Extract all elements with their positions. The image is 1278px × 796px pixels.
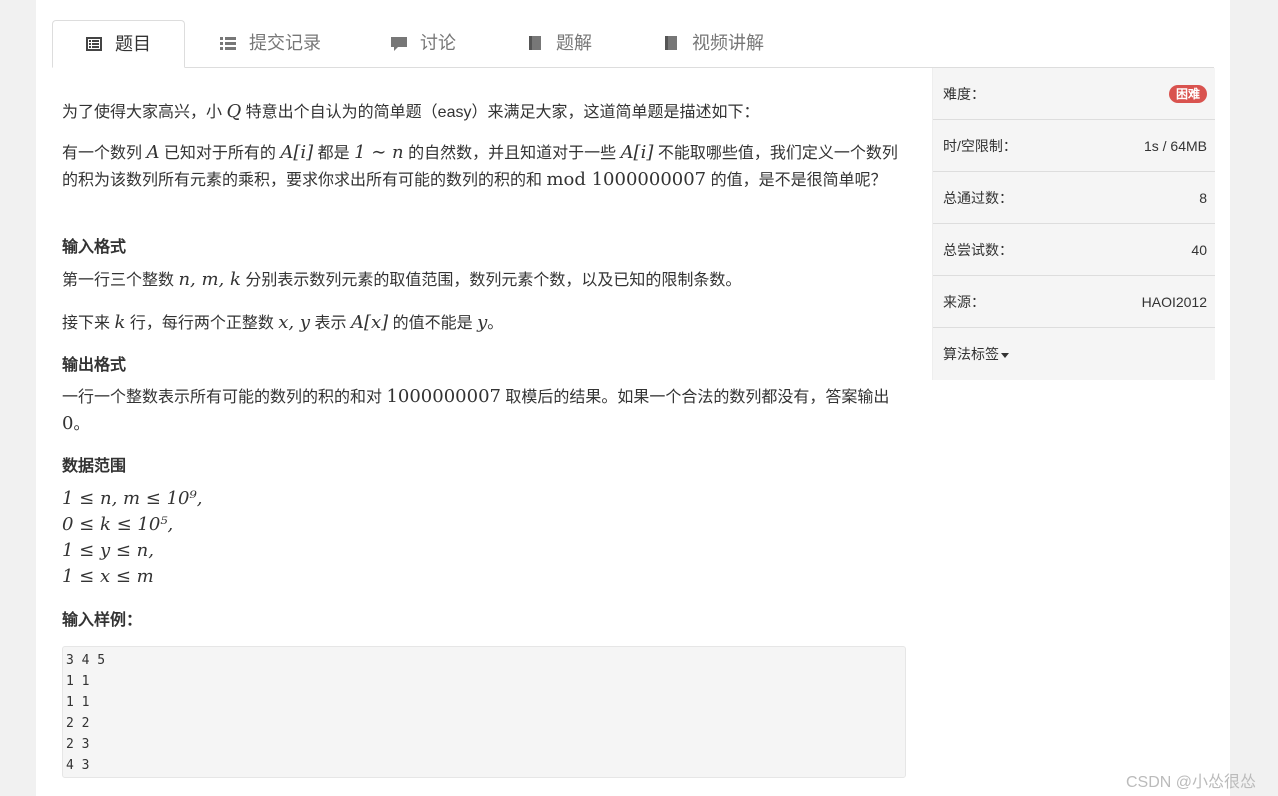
description-paragraph: 有一个数列 A 已知对于所有的 A[i] 都是 1 ∼ n 的自然数，并且知道对… (62, 140, 906, 194)
limit-label: 时/空限制： (943, 137, 1017, 154)
source-value[interactable]: HAOI2012 (1142, 294, 1207, 310)
problem-info-sidebar: 难度： 困难 时/空限制： 1s / 64MB 总通过数： 8 总尝试数： 40… (932, 68, 1215, 380)
tab-bar: 题目 提交记录 讨论 题解 视频讲解 (52, 20, 1214, 68)
passed-row: 总通过数： 8 (933, 172, 1215, 224)
output-text: 。 (73, 416, 90, 433)
input-text: 分别表示数列元素的取值范围，数列元素个数，以及已知的限制条数。 (240, 272, 742, 289)
range-line-1: 1 ≤ n, m ≤ 10⁹, (62, 488, 203, 509)
tab-submissions[interactable]: 提交记录 (187, 20, 347, 66)
output-format-heading: 输出格式 (62, 357, 127, 374)
passed-label: 总通过数： (943, 189, 1013, 206)
tried-label: 总尝试数： (943, 241, 1013, 258)
list-icon (220, 37, 236, 50)
tab-submissions-label: 提交记录 (249, 33, 321, 53)
math-nmk: n, m, k (178, 269, 241, 290)
intro-text: 为了使得大家高兴，小 (62, 104, 227, 121)
comment-icon (391, 37, 407, 51)
tried-value: 40 (1191, 241, 1207, 258)
tab-video[interactable]: 视频讲解 (630, 20, 790, 66)
source-row: 来源： HAOI2012 (933, 276, 1215, 328)
math-q: Q (226, 101, 242, 122)
sample-input-box[interactable]: 3 4 5 1 1 1 1 2 2 2 3 4 3 (62, 646, 906, 778)
range-line-3: 1 ≤ y ≤ n, (62, 540, 154, 561)
book-icon (529, 36, 541, 50)
intro-paragraph: 为了使得大家高兴，小 Q 特意出个自认为的简单题（easy）来满足大家，这道简单… (62, 99, 906, 126)
input-text: 第一行三个整数 (62, 272, 179, 289)
output-paragraph: 一行一个整数表示所有可能的数列的积的和对 1000000007 取模后的结果。如… (62, 384, 906, 438)
limit-row: 时/空限制： 1s / 64MB (933, 120, 1215, 172)
caret-down-icon (1001, 352, 1009, 358)
tab-discussion-label: 讨论 (420, 33, 456, 53)
range-line-4: 1 ≤ x ≤ m (62, 566, 154, 587)
tab-video-label: 视频讲解 (692, 33, 764, 53)
math-zero: 0 (62, 413, 74, 434)
desc-text: 已知对于所有的 (159, 145, 281, 162)
watermark: CSDN @小怂很怂 (1126, 774, 1257, 791)
intro-text-2: 特意出个自认为的简单题（easy）来满足大家，这道简单题是描述如下： (241, 104, 760, 121)
input-line-1: 第一行三个整数 n, m, k 分别表示数列元素的取值范围，数列元素个数，以及已… (62, 267, 906, 294)
desc-text: 的值，是不是很简单呢？ (706, 172, 887, 189)
input-line-2: 接下来 k 行，每行两个正整数 x, y 表示 A[x] 的值不能是 y。 (62, 310, 906, 337)
input-text: 表示 (310, 315, 351, 332)
algorithm-tags-toggle[interactable]: 算法标签 (943, 344, 1009, 364)
passed-value: 8 (1199, 189, 1207, 206)
sample-input-heading: 输入样例： (62, 612, 143, 629)
list-alt-icon (86, 37, 102, 51)
input-format-heading: 输入格式 (62, 239, 127, 256)
input-text: 的值不能是 (388, 315, 478, 332)
math-k: k (114, 312, 126, 333)
output-text: 一行一个整数表示所有可能的数列的积的和对 (62, 389, 387, 406)
input-text: 。 (487, 315, 504, 332)
math-y: y (477, 312, 488, 333)
limit-value: 1s / 64MB (1143, 137, 1207, 154)
math-range: 1 ∼ n (354, 142, 404, 163)
math-a: A (146, 142, 160, 163)
math-xy: x, y (278, 312, 311, 333)
tab-problem[interactable]: 题目 (52, 20, 185, 68)
input-text: 行，每行两个正整数 (125, 315, 279, 332)
output-text: 取模后的结果。如果一个合法的数列都没有，答案输出 (500, 389, 890, 406)
tab-solutions-label: 题解 (556, 33, 592, 53)
tab-solutions[interactable]: 题解 (494, 20, 624, 66)
source-label: 来源： (943, 293, 985, 310)
math-ax: A[x] (350, 312, 389, 333)
tab-discussion[interactable]: 讨论 (358, 20, 488, 66)
tags-row: 算法标签 (933, 328, 1215, 380)
input-text: 接下来 (62, 315, 115, 332)
desc-text: 的自然数，并且知道对于一些 (403, 145, 621, 162)
math-mod: mod 1000000007 (546, 169, 707, 190)
desc-text: 都是 (313, 145, 355, 162)
tab-problem-label: 题目 (115, 34, 151, 54)
range-line-2: 0 ≤ k ≤ 10⁵, (62, 514, 174, 535)
data-range-heading: 数据范围 (62, 458, 127, 475)
difficulty-label: 难度： (943, 85, 985, 102)
math-ai: A[i] (620, 142, 654, 163)
book-icon (665, 36, 677, 50)
math-modulus: 1000000007 (386, 386, 501, 407)
tried-row: 总尝试数： 40 (933, 224, 1215, 276)
desc-text: 有一个数列 (62, 145, 147, 162)
difficulty-badge: 困难 (1168, 84, 1207, 103)
algorithm-tags-label: 算法标签 (943, 346, 999, 362)
problem-panel: 题目 提交记录 讨论 题解 视频讲解 为了使得大家高兴，小 Q 特意出个自认为的… (36, 0, 1230, 796)
math-ai: A[i] (280, 142, 314, 163)
difficulty-row: 难度： 困难 (933, 68, 1215, 120)
